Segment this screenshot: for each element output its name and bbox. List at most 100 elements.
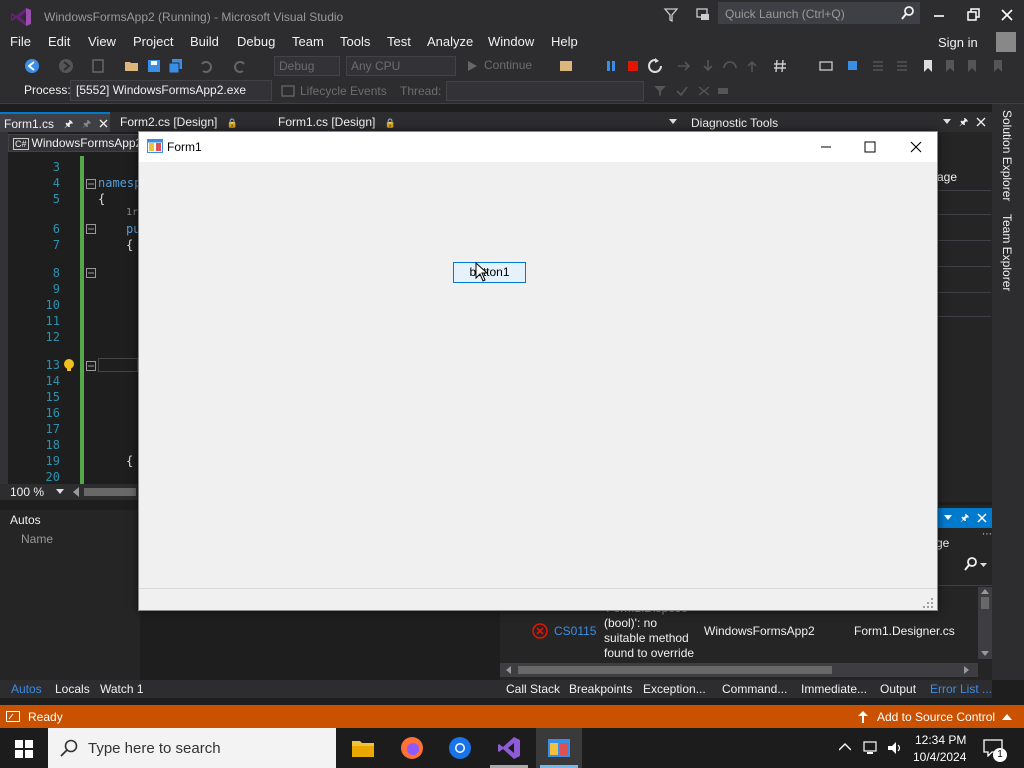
process-icon[interactable]	[558, 58, 574, 74]
volume-icon[interactable]	[887, 740, 903, 756]
forward-icon[interactable]	[58, 58, 74, 74]
save-all-icon[interactable]	[168, 58, 184, 74]
menu-view[interactable]: View	[88, 34, 116, 49]
output-status-icon[interactable]	[6, 711, 20, 722]
menu-file[interactable]: File	[10, 34, 31, 49]
panel-close-icon[interactable]	[977, 513, 987, 523]
flag-threads-icon[interactable]	[674, 83, 690, 99]
file-explorer-icon[interactable]	[352, 738, 374, 758]
menu-window[interactable]: Window	[488, 34, 534, 49]
button1[interactable]: button1	[453, 262, 526, 283]
comment-icon[interactable]	[870, 58, 886, 74]
tab-form1-design[interactable]: Form1.cs [Design] 🔒	[274, 112, 424, 132]
back-icon[interactable]	[24, 58, 40, 74]
tab-call-stack[interactable]: Call Stack	[506, 682, 560, 696]
window-position-chevron-icon[interactable]	[943, 119, 951, 125]
menu-edit[interactable]: Edit	[48, 34, 70, 49]
undo-icon[interactable]	[198, 58, 214, 74]
form1-taskbar-button[interactable]	[536, 728, 582, 768]
menu-build[interactable]: Build	[190, 34, 219, 49]
error-code[interactable]: CS0115	[554, 624, 596, 638]
save-icon[interactable]	[146, 58, 162, 74]
redo-icon[interactable]	[232, 58, 248, 74]
scroll-down-icon[interactable]	[981, 651, 989, 657]
scroll-left-icon[interactable]	[72, 487, 80, 497]
solution-explorer-tab[interactable]: Solution Explorer	[1000, 110, 1014, 201]
maximize-icon[interactable]	[863, 140, 877, 154]
solution-config-combo[interactable]: Debug	[274, 56, 340, 76]
search-icon[interactable]	[964, 557, 978, 571]
collapse-icon[interactable]	[86, 179, 96, 189]
show-next-statement-icon[interactable]	[676, 58, 692, 74]
thread-combo[interactable]	[446, 81, 644, 101]
error-list-tab-fragment[interactable]: ge	[936, 536, 949, 550]
close-icon[interactable]	[998, 6, 1016, 24]
hex-display-icon[interactable]	[772, 58, 788, 74]
project-navigation-combo[interactable]: C# WindowsFormsApp2	[8, 134, 140, 152]
minimize-icon[interactable]	[930, 6, 948, 24]
tab-output[interactable]: Output	[880, 682, 916, 696]
pin-icon[interactable]: 🔒	[385, 118, 396, 128]
menu-debug[interactable]: Debug	[237, 34, 275, 49]
add-to-source-control-button[interactable]: Add to Source Control	[877, 710, 995, 724]
pin-icon[interactable]: 🔒	[227, 118, 238, 128]
collapse-icon[interactable]	[86, 268, 96, 278]
tab-overflow-chevron-icon[interactable]	[668, 118, 678, 126]
taskbar-search-box[interactable]: Type here to search	[48, 728, 336, 768]
tab-watch-1[interactable]: Watch 1	[100, 682, 144, 696]
clear-bookmarks-icon[interactable]	[990, 58, 1006, 74]
stack-frame-icon[interactable]	[696, 83, 712, 99]
network-icon[interactable]	[863, 740, 879, 756]
quick-launch-input[interactable]: Quick Launch (Ctrl+Q)	[718, 2, 920, 24]
restore-icon[interactable]	[964, 6, 982, 24]
scroll-up-icon[interactable]	[981, 589, 989, 595]
continue-icon[interactable]	[464, 58, 480, 74]
search-chevron-icon[interactable]	[980, 563, 987, 568]
tab-exception-settings[interactable]: Exception...	[643, 682, 706, 696]
menu-test[interactable]: Test	[387, 34, 411, 49]
more-icon[interactable]: ⋯	[982, 529, 992, 540]
thread-marker-icon[interactable]	[818, 58, 834, 74]
tab-command-window[interactable]: Command...	[722, 682, 787, 696]
open-file-icon[interactable]	[124, 58, 140, 74]
solution-platform-combo[interactable]: Any CPU	[346, 56, 456, 76]
lightbulb-icon[interactable]	[62, 358, 76, 372]
windows-start-icon[interactable]	[15, 740, 33, 758]
autos-name-column[interactable]: Name	[21, 532, 53, 546]
horizontal-scrollbar-thumb[interactable]	[84, 488, 136, 496]
notification-filter-icon[interactable]	[662, 6, 680, 24]
account-icon[interactable]	[996, 32, 1016, 52]
search-icon[interactable]	[900, 5, 916, 21]
break-all-icon[interactable]	[603, 58, 619, 74]
tab-breakpoints[interactable]: Breakpoints	[569, 682, 632, 696]
tab-close-icon[interactable]	[99, 119, 108, 128]
team-explorer-tab[interactable]: Team Explorer	[1000, 214, 1014, 291]
pin-icon[interactable]: 🖈	[959, 115, 968, 132]
minimize-icon[interactable]	[819, 140, 833, 154]
diagnostics-tab-fragment[interactable]: age	[937, 170, 957, 184]
menu-team[interactable]: Team	[292, 34, 324, 49]
continue-button[interactable]: Continue	[484, 58, 532, 72]
tab-locals[interactable]: Locals	[55, 682, 90, 696]
tab-immediate-window[interactable]: Immediate...	[801, 682, 867, 696]
menu-help[interactable]: Help	[551, 34, 578, 49]
feedback-icon[interactable]	[694, 6, 712, 24]
panel-close-icon[interactable]	[976, 117, 986, 127]
vertical-scrollbar[interactable]	[978, 587, 992, 659]
tab-form2-design[interactable]: Form2.cs [Design] 🔒	[116, 112, 266, 132]
menu-project[interactable]: Project	[133, 34, 173, 49]
zoom-level[interactable]: 100 %	[10, 485, 44, 499]
collapse-icon[interactable]	[86, 361, 96, 371]
process-combo[interactable]: [5552] WindowsFormsApp2.exe	[70, 80, 272, 101]
location-icon[interactable]	[846, 58, 862, 74]
chrome-icon[interactable]	[448, 736, 472, 760]
bookmark-icon[interactable]	[920, 58, 936, 74]
clock-time[interactable]: 12:34 PM	[915, 733, 966, 747]
collapse-icon[interactable]	[86, 224, 96, 234]
error-row[interactable]: CS0115 'Form1.Dispose (bool)': no suitab…	[500, 601, 978, 661]
lifecycle-events-icon[interactable]	[280, 83, 296, 99]
scroll-left-icon[interactable]	[506, 666, 512, 674]
resize-grip-icon[interactable]	[923, 598, 933, 608]
uncomment-icon[interactable]	[894, 58, 910, 74]
next-bookmark-icon[interactable]	[964, 58, 980, 74]
